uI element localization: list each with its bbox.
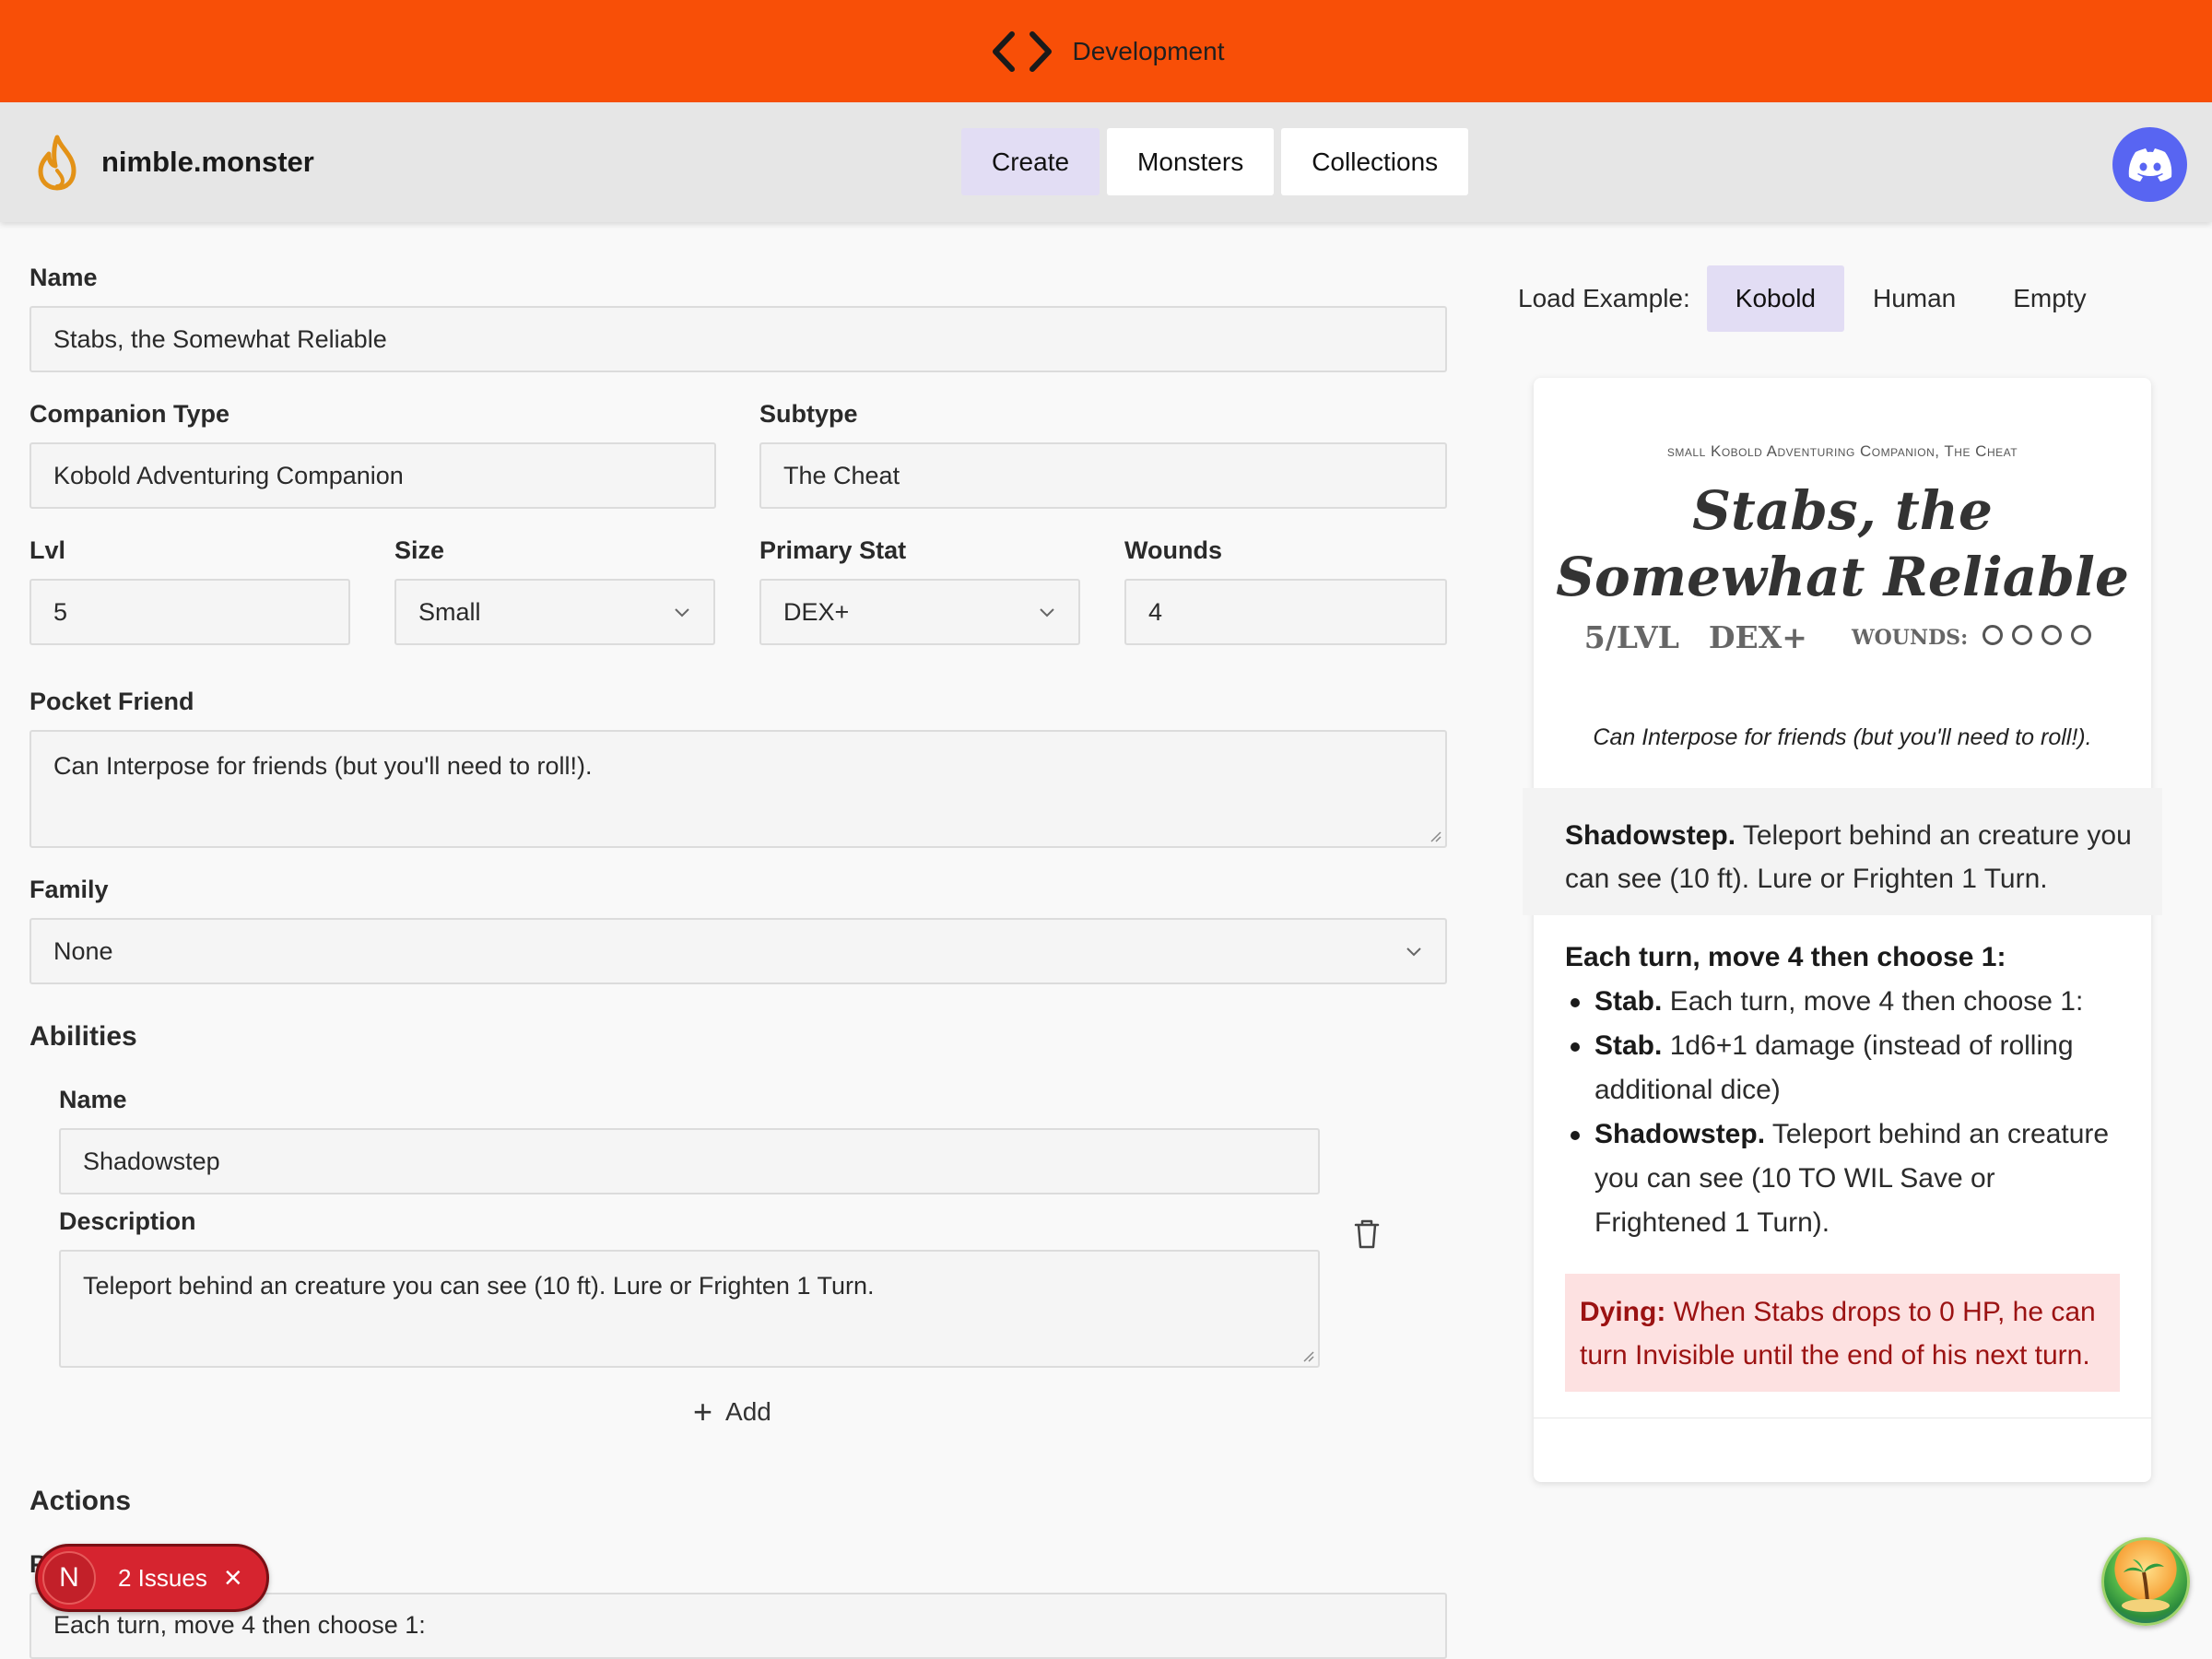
card-action-item: Stab. Each turn, move 4 then choose 1: — [1565, 980, 2127, 1024]
plus-icon: + — [693, 1393, 713, 1430]
issues-count: 2 Issues — [118, 1563, 207, 1592]
nav-tab-create[interactable]: Create — [961, 128, 1100, 195]
ability-name-input[interactable]: Shadowstep — [59, 1128, 1320, 1194]
ability-description-value: Teleport behind an creature you can see … — [83, 1272, 875, 1300]
card-ability: Shadowstep. Teleport behind an creature … — [1523, 788, 2162, 915]
pocket-friend-value: Can Interpose for friends (but you'll ne… — [53, 752, 593, 780]
chevron-down-icon — [675, 608, 689, 618]
card-action-name: Shadowstep. — [1594, 1119, 1766, 1149]
card-flavor: Can Interpose for friends (but you'll ne… — [1593, 724, 2092, 750]
wound-circle-icon — [2012, 625, 2033, 645]
card-statline: 5/LVL DEX+ WOUNDS: — [1534, 619, 2151, 655]
close-icon[interactable]: × — [224, 1562, 242, 1594]
card-action-name: Stab. — [1594, 986, 1663, 1017]
wound-circle-icon — [1983, 625, 2004, 645]
add-ability-label: Add — [725, 1397, 771, 1426]
card-actions: Each turn, move 4 then choose 1: Stab. E… — [1565, 935, 2127, 1245]
card-action-item: Stab. 1d6+1 damage (instead of rolling a… — [1565, 1024, 2127, 1112]
subtype-label: Subtype — [759, 400, 858, 428]
resize-handle-icon[interactable] — [1429, 830, 1441, 842]
card-subtitle: small Kobold Adventuring Companion, The … — [1666, 442, 2018, 460]
card-level: 5/LVL — [1583, 619, 1679, 655]
pocket-friend-textarea[interactable]: Can Interpose for friends (but you'll ne… — [29, 730, 1447, 848]
name-label: Name — [29, 264, 98, 291]
card-action-name: Stab. — [1594, 1030, 1663, 1061]
ability-description-label: Description — [59, 1207, 196, 1235]
resize-handle-icon[interactable] — [1301, 1349, 1314, 1362]
discord-button[interactable] — [2112, 127, 2187, 202]
dev-banner: Development — [0, 0, 2212, 102]
code-brackets-icon — [992, 30, 1052, 72]
nav-tabs: Create Monsters Collections — [961, 128, 1469, 195]
family-select[interactable]: None — [29, 918, 1447, 984]
size-label: Size — [394, 536, 445, 564]
family-select-value: None — [53, 936, 113, 965]
wound-circle-icon — [2071, 625, 2092, 645]
card-action-item: Shadowstep. Teleport behind an creature … — [1565, 1112, 2127, 1245]
card-dying: Dying: When Stabs drops to 0 HP, he can … — [1565, 1274, 2120, 1392]
primary-stat-select[interactable]: DEX+ — [759, 579, 1080, 645]
abilities-title: Abilities — [29, 1021, 137, 1052]
monster-preview-card: small Kobold Adventuring Companion, The … — [1523, 378, 2162, 1482]
subtype-input[interactable]: The Cheat — [759, 442, 1447, 509]
load-example-bar: Load Example: Kobold Human Empty — [1518, 265, 2115, 332]
wounds-label: Wounds — [1124, 536, 1222, 564]
card-title: Stabs, the Somewhat Reliable — [1556, 479, 2129, 608]
wound-circle-icon — [2041, 625, 2063, 645]
card-actions-preamble: Each turn, move 4 then choose 1: — [1565, 942, 2006, 972]
card-action-text: 1d6+1 damage (instead of rolling additio… — [1594, 1030, 2074, 1105]
name-input[interactable]: Stabs, the Somewhat Reliable — [29, 306, 1447, 372]
size-select-value: Small — [418, 597, 481, 626]
card-primary-stat: DEX+ — [1708, 619, 1807, 655]
next-logo-icon: N — [42, 1551, 96, 1605]
load-example-label: Load Example: — [1518, 284, 1690, 312]
palm-tree-icon — [2122, 1559, 2170, 1612]
family-label: Family — [29, 876, 109, 903]
size-select[interactable]: Small — [394, 579, 715, 645]
issues-badge[interactable]: N 2 Issues × — [35, 1544, 269, 1612]
card-ability-name: Shadowstep. — [1565, 820, 1736, 851]
island-avatar-icon[interactable] — [2101, 1537, 2190, 1626]
add-ability-button[interactable]: + Add — [693, 1395, 771, 1429]
load-example-empty[interactable]: Empty — [1984, 265, 2114, 332]
dev-banner-label: Development — [1072, 36, 1225, 65]
companion-type-label: Companion Type — [29, 400, 230, 428]
pocket-friend-label: Pocket Friend — [29, 688, 194, 715]
top-nav: nimble.monster Create Monsters Collectio… — [0, 102, 2212, 222]
nav-tab-collections[interactable]: Collections — [1281, 128, 1469, 195]
ability-name-label: Name — [59, 1086, 127, 1113]
card-action-text: Each turn, move 4 then choose 1: — [1669, 986, 2084, 1017]
ability-description-textarea[interactable]: Teleport behind an creature you can see … — [59, 1250, 1320, 1368]
actions-title: Actions — [29, 1486, 132, 1516]
wounds-input[interactable]: 4 — [1124, 579, 1447, 645]
discord-icon — [2128, 147, 2171, 182]
trash-icon[interactable] — [1353, 1218, 1381, 1250]
primary-stat-label: Primary Stat — [759, 536, 907, 564]
chevron-down-icon — [1040, 608, 1054, 618]
brand-link[interactable]: nimble.monster — [33, 134, 314, 191]
card-wounds-label: WOUNDS: — [1851, 625, 1969, 650]
primary-stat-select-value: DEX+ — [783, 597, 850, 626]
load-example-kobold[interactable]: Kobold — [1706, 265, 1844, 332]
lvl-label: Lvl — [29, 536, 66, 564]
card-dying-label: Dying: — [1580, 1297, 1666, 1327]
chevron-down-icon — [1406, 947, 1421, 957]
companion-type-input[interactable]: Kobold Adventuring Companion — [29, 442, 716, 509]
lvl-input[interactable]: 5 — [29, 579, 350, 645]
load-example-human[interactable]: Human — [1844, 265, 1984, 332]
wound-circles — [1983, 625, 2100, 650]
brand-name: nimble.monster — [101, 146, 314, 178]
nav-tab-monsters[interactable]: Monsters — [1107, 128, 1275, 195]
flame-icon — [38, 135, 76, 191]
